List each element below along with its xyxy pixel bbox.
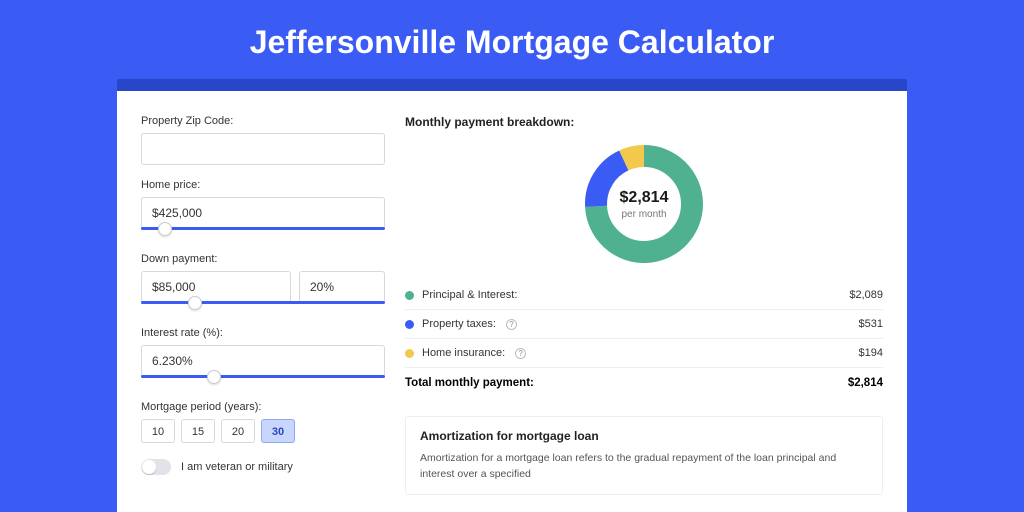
legend-row: Principal & Interest: $2,089 — [405, 281, 883, 309]
legend-dot — [405, 349, 414, 358]
info-icon[interactable]: ? — [515, 348, 526, 359]
donut-amount: $2,814 — [620, 189, 669, 207]
legend-label: Home insurance: — [422, 347, 505, 359]
legend-label: Principal & Interest: — [422, 289, 517, 301]
legend-value: $194 — [859, 347, 883, 359]
legend-row: Property taxes:? $531 — [405, 309, 883, 338]
legend-dot — [405, 291, 414, 300]
legend-total-row: Total monthly payment: $2,814 — [405, 367, 883, 398]
breakdown-column: Monthly payment breakdown: $2,814 per mo… — [405, 115, 883, 512]
slider-thumb[interactable] — [207, 370, 221, 384]
mortgage-period-group: 10152030 — [141, 419, 385, 443]
page-title: Jeffersonville Mortgage Calculator — [250, 24, 775, 61]
veteran-toggle[interactable] — [141, 459, 171, 475]
donut-center: $2,814 per month — [583, 143, 705, 265]
amortization-title: Amortization for mortgage loan — [420, 429, 868, 443]
period-option-10[interactable]: 10 — [141, 419, 175, 443]
legend-row: Home insurance:? $194 — [405, 338, 883, 367]
veteran-toggle-row: I am veteran or military — [141, 459, 385, 475]
interest-rate-field: Interest rate (%): — [141, 327, 385, 387]
legend-value: $2,089 — [849, 289, 883, 301]
home-price-input[interactable] — [141, 197, 385, 229]
calculator-card: Property Zip Code: Home price: Down paym… — [117, 91, 907, 512]
slider-track — [141, 227, 385, 230]
mortgage-period-field: Mortgage period (years): 10152030 — [141, 401, 385, 443]
slider-thumb[interactable] — [158, 222, 172, 236]
veteran-toggle-label: I am veteran or military — [181, 461, 293, 473]
down-payment-field: Down payment: — [141, 253, 385, 313]
home-price-label: Home price: — [141, 179, 385, 191]
period-option-30[interactable]: 30 — [261, 419, 295, 443]
amortization-box: Amortization for mortgage loan Amortizat… — [405, 416, 883, 494]
legend-value: $531 — [859, 318, 883, 330]
legend-label: Property taxes: — [422, 318, 496, 330]
info-icon[interactable]: ? — [506, 319, 517, 330]
slider-track — [141, 301, 385, 304]
slider-track — [141, 375, 385, 378]
down-payment-percent-input[interactable] — [299, 271, 385, 303]
legend-total-label: Total monthly payment: — [405, 377, 534, 389]
interest-rate-input[interactable] — [141, 345, 385, 377]
zip-input[interactable] — [141, 133, 385, 165]
down-payment-slider[interactable] — [141, 301, 385, 313]
period-option-20[interactable]: 20 — [221, 419, 255, 443]
interest-rate-slider[interactable] — [141, 375, 385, 387]
donut-chart-wrap: $2,814 per month — [405, 143, 883, 265]
legend-total-value: $2,814 — [848, 377, 883, 389]
form-column: Property Zip Code: Home price: Down paym… — [141, 115, 385, 512]
zip-field: Property Zip Code: — [141, 115, 385, 165]
donut-subtext: per month — [621, 209, 666, 220]
interest-rate-label: Interest rate (%): — [141, 327, 385, 339]
legend-dot — [405, 320, 414, 329]
breakdown-title: Monthly payment breakdown: — [405, 115, 883, 129]
down-payment-amount-input[interactable] — [141, 271, 291, 303]
home-price-field: Home price: — [141, 179, 385, 239]
donut-chart: $2,814 per month — [583, 143, 705, 265]
mortgage-period-label: Mortgage period (years): — [141, 401, 385, 413]
legend-list: Principal & Interest: $2,089 Property taxe… — [405, 281, 883, 367]
card-shadow-strip — [117, 79, 907, 91]
period-option-15[interactable]: 15 — [181, 419, 215, 443]
down-payment-label: Down payment: — [141, 253, 385, 265]
home-price-slider[interactable] — [141, 227, 385, 239]
slider-thumb[interactable] — [188, 296, 202, 310]
zip-label: Property Zip Code: — [141, 115, 385, 127]
amortization-body: Amortization for a mortgage loan refers … — [420, 451, 868, 481]
